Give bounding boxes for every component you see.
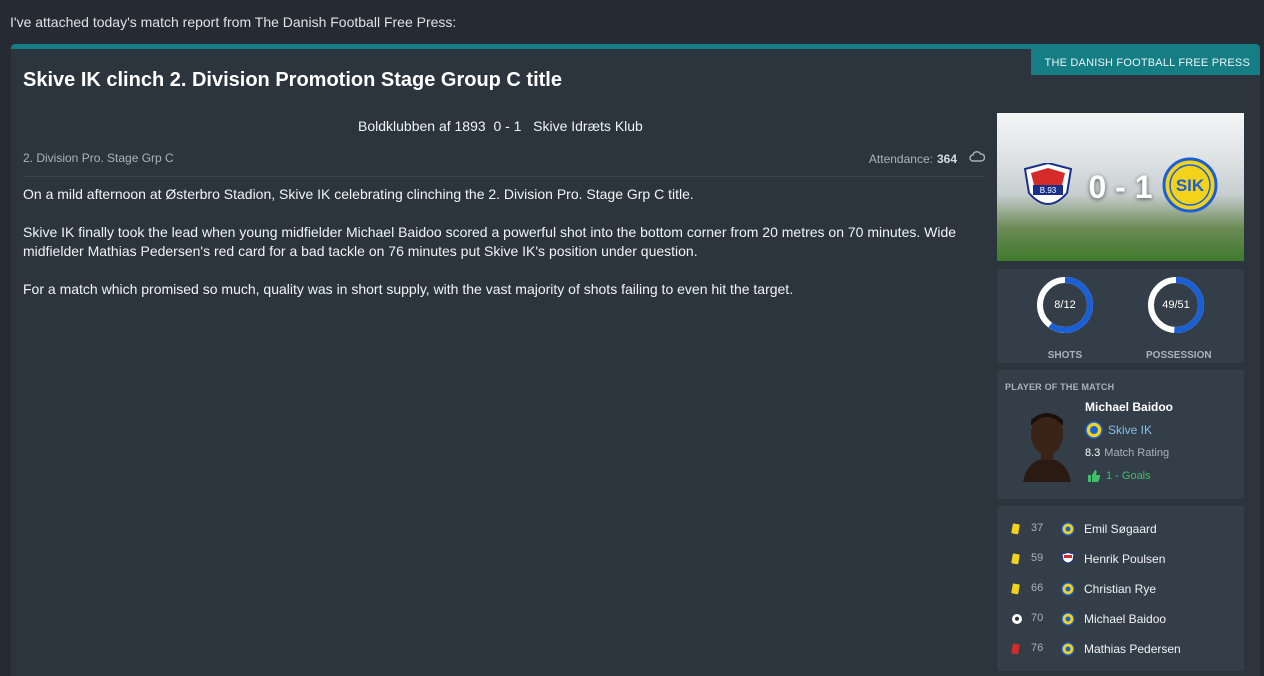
potm-rating-label: Match Rating — [1104, 447, 1170, 459]
red-card-icon — [1011, 643, 1021, 658]
attendance-label: Attendance: — [868, 151, 933, 166]
potm-rating: 8.3 Match Rating — [1085, 447, 1169, 459]
skive-crest-icon — [1085, 421, 1103, 439]
event-player[interactable]: Christian Rye — [1084, 582, 1156, 596]
attendance-value: 364 — [936, 151, 957, 166]
score-banner[interactable]: B.93 0 - 1 SIK — [997, 113, 1244, 261]
potm-team-name: Skive IK — [1108, 423, 1153, 437]
potm-rating-value: 8.3 — [1085, 447, 1101, 459]
skive-crest-icon — [1061, 612, 1075, 629]
skive-crest-icon — [1061, 582, 1075, 599]
event-minute: 66 — [1031, 582, 1044, 594]
cloud-icon — [969, 151, 986, 166]
event-minute: 70 — [1031, 612, 1044, 624]
potm-goals: 1 - Goals — [1087, 469, 1151, 483]
possession-value: 49/51 — [1162, 299, 1190, 311]
potm-goals-text: 1 - Goals — [1106, 470, 1151, 482]
match-meta: 2. Division Pro. Stage Grp C Attendance:… — [23, 147, 986, 177]
source-tab[interactable]: THE DANISH FOOTBALL FREE PRESS — [1030, 49, 1260, 75]
yellow-card-icon — [1011, 553, 1021, 568]
event-row[interactable]: 59 Henrik Poulsen — [997, 549, 1244, 569]
skive-crest-icon — [1061, 522, 1075, 539]
potm-team[interactable]: Skive IK — [1085, 421, 1152, 439]
player-photo — [1019, 402, 1075, 482]
event-row[interactable]: 70 Michael Baidoo — [997, 609, 1244, 629]
event-player[interactable]: Henrik Poulsen — [1084, 552, 1165, 566]
skive-crest-icon — [1061, 642, 1075, 659]
attendance: Attendance: 364 — [868, 151, 986, 166]
match-events: 37 Emil Søgaard 59 Henrik Poulsen 66 Chr… — [997, 506, 1244, 671]
player-of-the-match[interactable]: PLAYER OF THE MATCH Michael Baidoo Skive… — [997, 370, 1244, 499]
event-minute: 59 — [1031, 552, 1044, 564]
scoreline[interactable]: Boldklubben af 1893 0 - 1 Skive Idræts K… — [358, 118, 643, 134]
report-body: On a mild afternoon at Østerbro Stadion,… — [23, 185, 983, 318]
competition-link[interactable]: 2. Division Pro. Stage Grp C — [23, 151, 174, 165]
intro-message: I've attached today's match report from … — [10, 14, 457, 30]
b93-crest-icon — [1061, 551, 1075, 569]
possession-label: POSSESSION — [1146, 350, 1212, 361]
football-icon — [1011, 613, 1023, 628]
event-row[interactable]: 37 Emil Søgaard — [997, 519, 1244, 539]
potm-name[interactable]: Michael Baidoo — [1085, 400, 1173, 414]
svg-text:SIK: SIK — [1176, 176, 1205, 195]
headline: Skive IK clinch 2. Division Promotion St… — [23, 69, 562, 91]
potm-title: PLAYER OF THE MATCH — [1005, 382, 1115, 392]
report-paragraph: Skive IK finally took the lead when youn… — [23, 224, 957, 259]
away-crest-icon: SIK — [1162, 157, 1218, 213]
event-player[interactable]: Mathias Pedersen — [1084, 642, 1181, 656]
yellow-card-icon — [1011, 523, 1021, 538]
shots-value: 8/12 — [1054, 299, 1076, 311]
report-paragraph: On a mild afternoon at Østerbro Stadion,… — [23, 186, 694, 202]
event-minute: 76 — [1031, 642, 1044, 654]
event-row[interactable]: 66 Christian Rye — [997, 579, 1244, 599]
shots-label: SHOTS — [1047, 350, 1083, 361]
thumbs-up-icon — [1088, 470, 1101, 482]
event-player[interactable]: Michael Baidoo — [1084, 612, 1166, 626]
match-report-card: THE DANISH FOOTBALL FREE PRESS Skive IK … — [11, 44, 1260, 676]
match-stats: 8/12 SHOTS 49/51 POSSESSION — [997, 269, 1244, 363]
report-paragraph: For a match which promised so much, qual… — [23, 281, 794, 297]
yellow-card-icon — [1011, 583, 1021, 598]
event-minute: 37 — [1031, 522, 1044, 534]
shots-stat[interactable]: 8/12 SHOTS — [1035, 275, 1095, 361]
event-player[interactable]: Emil Søgaard — [1084, 522, 1157, 536]
possession-stat[interactable]: 49/51 POSSESSION — [1146, 275, 1212, 361]
event-row[interactable]: 76 Mathias Pedersen — [997, 639, 1244, 659]
